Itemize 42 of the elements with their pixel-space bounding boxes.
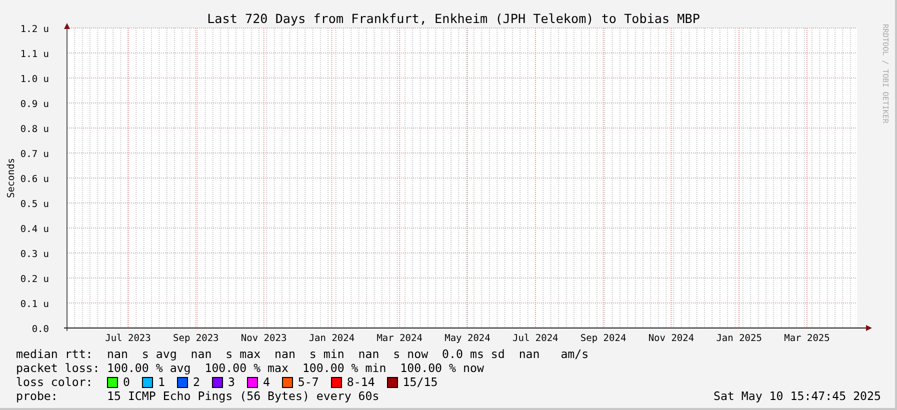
legend-stats: nan s avg nan s max nan s min nan s now 0.0 ms sd nan am/s <box>107 347 589 361</box>
probe-description: 15 ICMP Echo Pings (56 Bytes) every 60s <box>107 389 380 403</box>
legend-label: packet loss: <box>16 361 101 375</box>
x-tick-label: Nov 2023 <box>240 333 287 344</box>
loss-color-label: 0 <box>123 375 130 389</box>
x-tick-label: Jan 2025 <box>716 333 762 344</box>
y-tick-label: 0.8 u <box>20 124 49 135</box>
x-tick-label: Mar 2025 <box>784 333 830 344</box>
legend-label: probe: <box>16 389 59 403</box>
x-tick-label: Nov 2024 <box>648 333 694 344</box>
loss-color-label: 4 <box>262 375 270 389</box>
y-tick-label: 1.2 u <box>20 24 49 35</box>
loss-color-label: 5-7 <box>298 375 319 389</box>
y-tick-label: 0.2 u <box>20 274 49 285</box>
y-tick-label: 1.0 u <box>20 74 49 85</box>
x-tick-label: Sep 2024 <box>580 333 626 344</box>
loss-color-label: 15/15 <box>402 375 438 389</box>
loss-color-label: 2 <box>192 375 200 389</box>
y-tick-label: 1.1 u <box>20 49 49 60</box>
loss-color-label: 1 <box>158 375 165 389</box>
legend-stats: 100.00 % avg 100.00 % max 100.00 % min 100.00 % now <box>107 361 484 375</box>
y-tick-label: 0.3 u <box>20 249 49 260</box>
y-tick-label: 0.1 u <box>20 299 49 310</box>
y-tick-label: 0.7 u <box>20 149 49 160</box>
y-tick-label: 0.6 u <box>20 174 49 185</box>
loss-color-label: 8-14 <box>346 375 375 389</box>
y-tick-label: 0.0 <box>32 324 49 335</box>
x-tick-label: Jul 2024 <box>512 333 558 344</box>
x-tick-label: Mar 2024 <box>376 333 422 344</box>
x-tick-label: Jul 2023 <box>105 333 151 344</box>
legend-label: loss color: <box>16 375 94 389</box>
y-tick-label: 0.4 u <box>20 224 49 235</box>
x-tick-label: Sep 2023 <box>173 333 219 344</box>
x-tick-label: Jan 2024 <box>308 333 355 344</box>
loss-color-label: 3 <box>228 375 235 389</box>
y-axis-label: Seconds <box>6 158 17 198</box>
legend-label: median rtt: <box>16 347 94 361</box>
y-tick-label: 0.9 u <box>20 99 49 110</box>
timestamp: Sat May 10 15:47:45 2025 <box>713 389 881 403</box>
x-tick-label: May 2024 <box>444 333 490 344</box>
y-tick-label: 0.5 u <box>20 199 49 210</box>
chart-title: Last 720 Days from Frankfurt, Enkheim (JPH Telekom) to Tobias MBP <box>206 12 701 26</box>
